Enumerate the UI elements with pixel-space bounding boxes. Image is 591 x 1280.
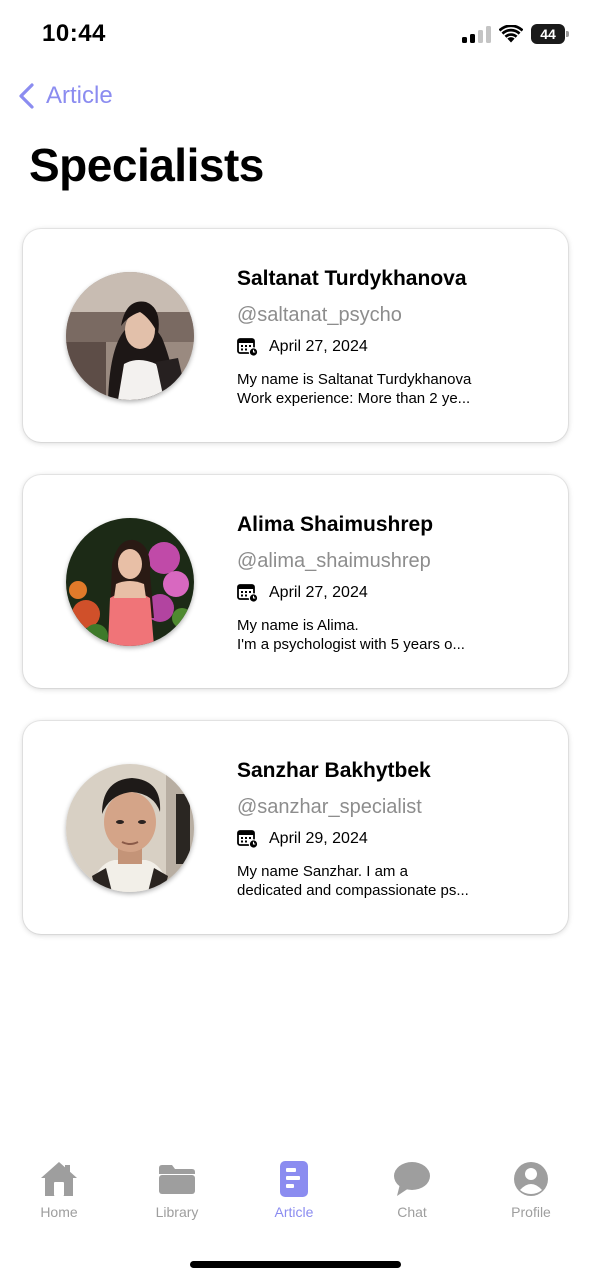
profile-icon (514, 1162, 548, 1196)
back-label: Article (46, 82, 113, 109)
avatar (66, 518, 194, 646)
tab-home[interactable]: Home (9, 1160, 109, 1220)
tab-label: Profile (511, 1204, 551, 1220)
back-button[interactable]: Article (16, 82, 113, 110)
chat-icon (394, 1162, 430, 1196)
tab-label: Library (155, 1204, 199, 1220)
status-time: 10:44 (42, 20, 106, 47)
specialist-handle: @sanzhar_specialist (237, 796, 422, 818)
tab-chat[interactable]: Chat (362, 1160, 462, 1220)
date-row: April 29, 2024 (237, 829, 368, 849)
specialist-name: Alima Shaimushrep (237, 513, 434, 536)
home-indicator[interactable] (190, 1261, 401, 1268)
tab-label: Home (40, 1204, 78, 1220)
date-row: April 27, 2024 (237, 583, 368, 603)
avatar (66, 272, 194, 400)
calendar-clock-icon (237, 338, 259, 357)
specialist-card[interactable]: Alima Shaimushrep @alima_shaimushrep Apr… (23, 475, 568, 688)
tab-article[interactable]: Article (244, 1160, 344, 1220)
calendar-clock-icon (237, 830, 259, 849)
page-title: Specialists (29, 139, 264, 191)
bio-line: My name is Saltanat Turdykhanova (237, 371, 472, 388)
status-bar: 10:44 44 (0, 0, 591, 70)
bio-line: My name Sanzhar. I am a (237, 863, 408, 880)
folder-icon (159, 1165, 195, 1194)
wifi-icon (499, 25, 523, 43)
avatar (66, 764, 194, 892)
tab-bar: Home Library Article Chat Profile (0, 1160, 591, 1240)
specialist-date: April 29, 2024 (269, 830, 368, 847)
specialist-handle: @saltanat_psycho (237, 304, 402, 326)
bio-line: dedicated and compassionate ps... (237, 882, 469, 899)
battery-icon: 44 (531, 24, 569, 44)
cellular-signal-icon (462, 25, 491, 43)
specialist-card[interactable]: Sanzhar Bakhytbek @sanzhar_specialist Ap… (23, 721, 568, 934)
tab-library[interactable]: Library (127, 1160, 227, 1220)
tab-profile[interactable]: Profile (481, 1160, 581, 1220)
article-icon (280, 1161, 308, 1197)
specialist-bio: My name Sanzhar. I am a dedicated and co… (237, 862, 507, 900)
specialist-name: Saltanat Turdykhanova (237, 267, 467, 290)
specialist-bio: My name is Alima. I'm a psychologist wit… (237, 616, 507, 654)
specialist-card[interactable]: Saltanat Turdykhanova @saltanat_psycho A… (23, 229, 568, 442)
specialist-date: April 27, 2024 (269, 584, 368, 601)
chevron-left-icon (19, 83, 34, 109)
specialist-bio: My name is Saltanat Turdykhanova Work ex… (237, 370, 507, 408)
tab-label: Article (274, 1204, 314, 1220)
bio-line: I'm a psychologist with 5 years o... (237, 636, 465, 653)
specialist-handle: @alima_shaimushrep (237, 550, 431, 572)
specialist-date: April 27, 2024 (269, 338, 368, 355)
status-icons: 44 (462, 24, 569, 44)
home-icon (41, 1162, 77, 1196)
date-row: April 27, 2024 (237, 337, 368, 357)
specialist-name: Sanzhar Bakhytbek (237, 759, 431, 782)
bio-line: My name is Alima. (237, 617, 359, 634)
tab-label: Chat (397, 1204, 427, 1220)
bio-line: Work experience: More than 2 ye... (237, 390, 471, 407)
calendar-clock-icon (237, 584, 259, 603)
